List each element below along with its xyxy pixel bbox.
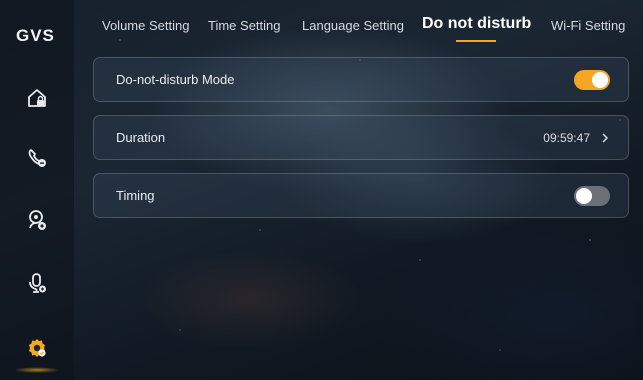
home-lock-icon <box>28 89 46 107</box>
sidebar-item-camera-person[interactable] <box>22 205 52 235</box>
timing-row: Timing <box>93 173 629 218</box>
timing-label: Timing <box>116 188 155 203</box>
chevron-right-icon <box>602 132 609 143</box>
active-tab-indicator <box>456 40 496 42</box>
sidebar: GVS <box>0 0 74 380</box>
tab-volume-setting[interactable]: Volume Setting <box>102 18 189 33</box>
sidebar-item-settings[interactable] <box>14 333 60 373</box>
dnd-mode-toggle[interactable] <box>574 69 610 90</box>
tab-do-not-disturb[interactable]: Do not disturb <box>422 15 531 33</box>
settings-gear-icon <box>29 339 46 357</box>
sidebar-item-microphone[interactable] <box>22 268 52 298</box>
dnd-mode-label: Do-not-disturb Mode <box>116 72 235 87</box>
duration-value: 09:59:47 <box>543 130 590 145</box>
microphone-icon <box>29 273 46 293</box>
settings-tabs: Volume Setting Time Setting Language Set… <box>74 0 643 50</box>
sidebar-item-home-lock[interactable] <box>22 83 52 113</box>
phone-icon <box>28 149 46 167</box>
camera-person-icon <box>29 210 46 230</box>
tab-wifi-setting[interactable]: Wi-Fi Setting <box>551 18 625 33</box>
duration-row[interactable]: Duration 09:59:47 <box>93 115 629 160</box>
timing-toggle[interactable] <box>574 185 610 206</box>
sidebar-item-phone[interactable] <box>22 143 52 173</box>
dnd-mode-row: Do-not-disturb Mode <box>93 57 629 102</box>
duration-label: Duration <box>116 130 166 145</box>
gvs-logo: GVS <box>16 26 55 45</box>
tab-time-setting[interactable]: Time Setting <box>208 18 281 33</box>
tab-language-setting[interactable]: Language Setting <box>302 18 404 33</box>
